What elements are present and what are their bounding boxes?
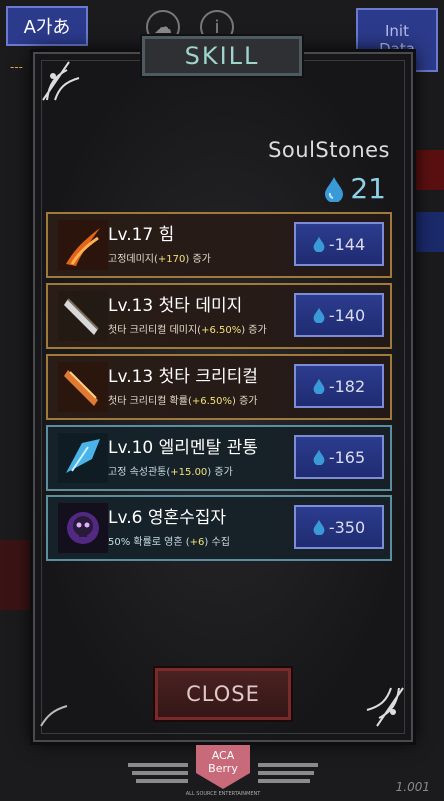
skill-row-first-hit-damage: Lv.13 첫타 데미지 첫타 크리티컬 데미지(+6.50%) 증가 -140 [46,283,392,349]
background-tab-left [0,540,30,610]
upgrade-cost: -165 [328,447,366,467]
soulstone-drop-icon [313,449,325,465]
soulstone-drop-icon [313,236,325,252]
soulstone-drop-icon [313,378,325,394]
svg-text:Berry: Berry [208,762,238,775]
upgrade-button[interactable]: -144 [294,222,384,266]
skull-soul-icon [58,503,108,553]
upgrade-cost: -350 [328,517,366,537]
fire-claw-icon [58,220,108,270]
upgrade-cost: -144 [328,234,366,254]
skill-row-soul-collector: Lv.6 영혼수집자 50% 확률로 영혼 (+6) 수집 -350 [46,495,392,561]
panel-title: SKILL [142,36,302,76]
soulstones-counter: 21 [324,172,386,205]
skill-description: 첫타 크리티컬 데미지(+6.50%) 증가 [108,325,267,336]
corner-ornament-icon [39,58,85,110]
skill-name: Lv.6 영혼수집자 [108,508,227,528]
upgrade-button[interactable]: -165 [294,435,384,479]
soulstone-drop-icon [325,176,344,202]
upgrade-cost: -182 [328,376,366,396]
skill-name: Lv.13 첫타 크리티컬 [108,367,258,387]
upgrade-button[interactable]: -182 [294,364,384,408]
soulstones-count: 21 [350,172,386,205]
upgrade-button[interactable]: -140 [294,293,384,337]
skill-row-strength: Lv.17 힘 고정데미지(+170) 증가 -144 [46,212,392,278]
version-label: 1.001 [395,780,430,794]
blade-icon [58,291,108,341]
ice-crystal-icon [58,433,108,483]
corner-ornament-icon [37,696,71,736]
init-label-line1: Init [385,22,409,40]
skill-row-elemental-penetration: Lv.10 엘리멘탈 관통 고정 속성관통(+15.00) 증가 -165 [46,425,392,491]
upgrade-button[interactable]: -350 [294,505,384,549]
soulstone-drop-icon [313,307,325,323]
skill-description: 첫타 크리티컬 확률(+6.50%) 증가 [108,396,258,407]
skill-name: Lv.10 엘리멘탈 관통 [108,438,258,458]
upgrade-cost: -140 [328,305,366,325]
corner-ornament-icon [361,684,407,736]
skill-name: Lv.17 힘 [108,225,175,245]
soulstones-label: SoulStones [268,138,390,162]
dash-marker: --- [10,60,23,74]
skill-row-first-hit-critical: Lv.13 첫타 크리티컬 첫타 크리티컬 확률(+6.50%) 증가 -182 [46,354,392,420]
background-tab-red [414,150,444,190]
close-button[interactable]: CLOSE [155,668,291,720]
svg-text:ALL SOURCE ENTERTAINMENT: ALL SOURCE ENTERTAINMENT [186,791,262,797]
background-tab-blue [414,212,444,252]
skill-description: 고정데미지(+170) 증가 [108,254,211,265]
soulstone-drop-icon [313,519,325,535]
acaberry-logo: ACA Berry ALL SOURCE ENTERTAINMENT [128,745,318,797]
skill-description: 50% 확률로 영혼 (+6) 수집 [108,537,230,548]
flame-blade-icon [58,362,108,412]
skill-description: 고정 속성관통(+15.00) 증가 [108,467,233,478]
skill-name: Lv.13 첫타 데미지 [108,296,243,316]
language-button[interactable]: A가あ [6,6,88,46]
svg-text:ACA: ACA [212,749,235,762]
